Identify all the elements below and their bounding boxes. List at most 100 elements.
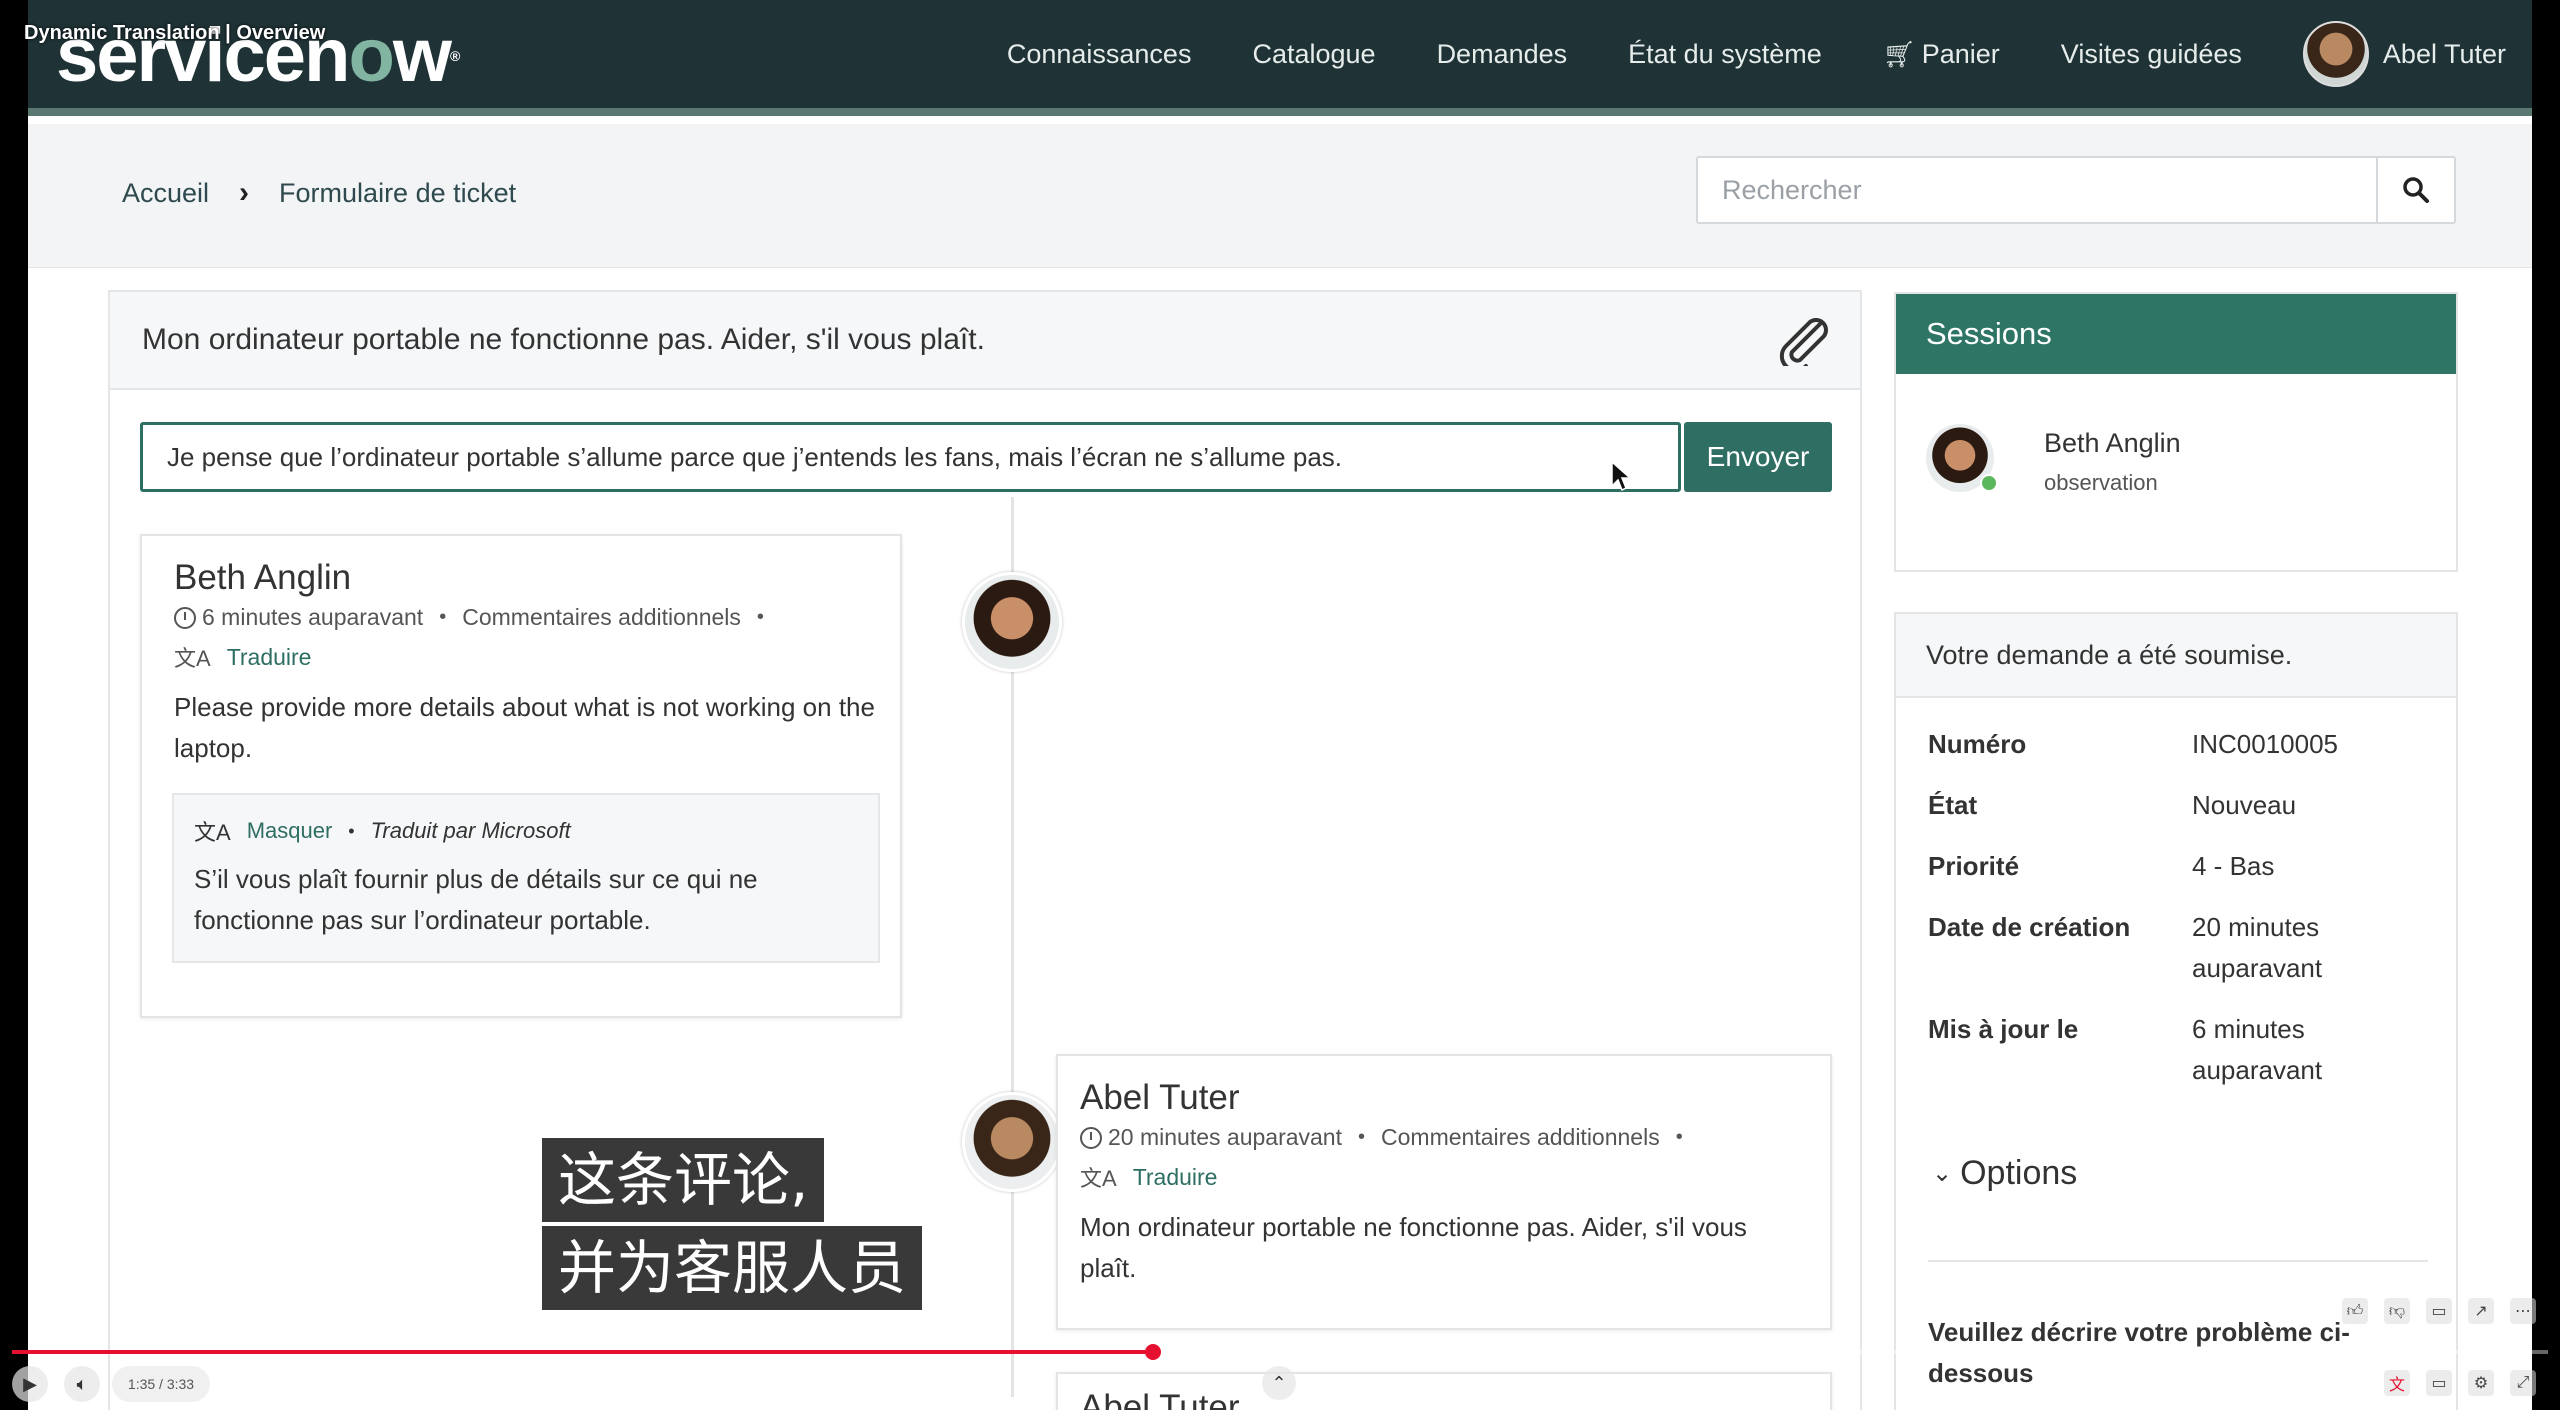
- chevron-up-icon[interactable]: ⌃: [1262, 1366, 1296, 1400]
- hide-translation-link[interactable]: Masquer: [247, 818, 333, 844]
- info-row: Numéro INC0010005: [1928, 724, 2432, 785]
- search-input[interactable]: [1698, 158, 2376, 222]
- comment-time: 6 minutes auparavant: [202, 604, 424, 630]
- nav-visites-guidees[interactable]: Visites guidées: [2061, 39, 2242, 70]
- video-side-tools: 👍︎ 👎︎ ▭ ↗ ⋯: [2342, 1298, 2536, 1324]
- options-toggle[interactable]: ⌄ Options: [1932, 1154, 2077, 1193]
- more-icon[interactable]: ⋯: [2510, 1298, 2536, 1324]
- subtitles-icon[interactable]: ▭: [2426, 1370, 2452, 1396]
- translate-label: Traduire: [1132, 1163, 1218, 1190]
- translate-link[interactable]: 文A Traduire: [174, 641, 878, 673]
- cart-icon: 🛒︎: [1882, 38, 1916, 69]
- clock-icon: [174, 606, 196, 629]
- play-icon[interactable]: ▶: [12, 1366, 48, 1402]
- comment-body: Mon ordinateur portable ne fonctionne pa…: [1080, 1212, 1747, 1283]
- separator-dot: •: [756, 606, 764, 628]
- info-value: 20 minutes auparavant: [2192, 912, 2323, 983]
- translate-icon: 文A: [194, 820, 231, 845]
- info-value: 6 minutes auparavant: [2192, 1014, 2323, 1085]
- session-user-role: observation: [2044, 470, 2158, 495]
- translate-label: Traduire: [226, 643, 312, 670]
- time-total: 3:33: [166, 1376, 195, 1392]
- separator-dot: •: [439, 606, 447, 628]
- comment-composer: Envoyer: [140, 422, 1832, 492]
- session-user-name: Beth Anglin: [2044, 428, 2181, 458]
- search-icon: [2403, 177, 2429, 203]
- volume-icon[interactable]: 🔈︎: [64, 1366, 100, 1402]
- chevron-down-icon: ⌄: [1932, 1160, 1953, 1187]
- progress-fill: [12, 1350, 1154, 1354]
- app-frame: servicenow® Connaissances Catalogue Dema…: [28, 0, 2532, 1410]
- subtitle-line-1: 这条评论,: [542, 1138, 825, 1222]
- nav-catalogue[interactable]: Catalogue: [1252, 39, 1375, 70]
- translation-box: 文A Masquer • Traduit par Microsoft S’il …: [172, 793, 880, 963]
- ticket-header: Mon ordinateur portable ne fonctionne pa…: [110, 292, 1860, 390]
- user-name: Abel Tuter: [2382, 38, 2506, 69]
- breadcrumb-home[interactable]: Accueil: [122, 178, 209, 209]
- translate-link[interactable]: 文A Traduire: [1080, 1161, 1808, 1193]
- paperclip-icon[interactable]: [1776, 316, 1832, 374]
- comment-meta: 20 minutes auparavant • Commentaires add…: [1080, 1124, 1808, 1151]
- nav-panier[interactable]: 🛒︎ Panier: [1883, 39, 2000, 70]
- separator-dot: •: [1358, 1126, 1366, 1148]
- breadcrumb: Accueil › Formulaire de ticket: [122, 176, 516, 210]
- options-label: Options: [1960, 1154, 2078, 1192]
- sessions-title: Sessions: [1896, 294, 2456, 374]
- comment-author: Abel Tuter: [1080, 1078, 1240, 1117]
- comment-meta: 6 minutes auparavant • Commentaires addi…: [174, 604, 878, 631]
- share-icon[interactable]: ↗: [2468, 1298, 2494, 1324]
- info-row: Priorité 4 - Bas: [1928, 846, 2432, 907]
- nav-demandes[interactable]: Demandes: [1437, 39, 1568, 70]
- search-box: [1696, 156, 2456, 224]
- time-current: 1:35: [127, 1376, 156, 1392]
- info-row: État Nouveau: [1928, 785, 2432, 846]
- comment-author: Abel Tuter: [1080, 1388, 1240, 1410]
- info-value: INC0010005: [2192, 729, 2338, 759]
- settings-icon[interactable]: ⚙: [2468, 1370, 2494, 1396]
- info-key: Priorité: [1928, 851, 2020, 881]
- translated-text: S’il vous plaît fournir plus de détails …: [194, 864, 758, 935]
- info-key: État: [1928, 790, 1978, 820]
- search-button[interactable]: [2376, 158, 2454, 222]
- nav-panier-label: Panier: [1921, 38, 2000, 69]
- comment-card-beth: Beth Anglin 6 minutes auparavant • Comme…: [140, 534, 902, 1018]
- user-menu[interactable]: Abel Tuter: [2302, 21, 2506, 87]
- comment-input[interactable]: [140, 422, 1681, 492]
- top-navbar: servicenow® Connaissances Catalogue Dema…: [28, 0, 2532, 116]
- clock-icon: [1080, 1126, 1102, 1149]
- comment-type: Commentaires additionnels: [1381, 1124, 1660, 1150]
- online-status-icon: [1980, 474, 1998, 492]
- nav-connaissances[interactable]: Connaissances: [1007, 39, 1192, 70]
- ticket-title: Mon ordinateur portable ne fonctionne pa…: [142, 323, 985, 356]
- avatar-beth: [962, 572, 1062, 672]
- comment-icon[interactable]: ▭: [2426, 1298, 2452, 1324]
- translate-icon: 文A: [174, 646, 211, 671]
- info-value: Nouveau: [2192, 790, 2297, 820]
- sessions-panel: Sessions Beth Anglin observation: [1894, 292, 2458, 572]
- translate-icon[interactable]: 文: [2384, 1370, 2410, 1396]
- main-nav: Connaissances Catalogue Demandes État du…: [946, 0, 2506, 108]
- breadcrumb-current[interactable]: Formulaire de ticket: [279, 178, 516, 209]
- thumbs-down-icon[interactable]: 👎︎: [2384, 1298, 2410, 1324]
- video-control-tools: 文 ▭ ⚙ ⤢: [2384, 1370, 2536, 1396]
- comment-body: Please provide more details about what i…: [174, 692, 875, 763]
- info-key: Date de création: [1928, 912, 2131, 942]
- info-table: Numéro INC0010005 État Nouveau Priorité 4 -…: [1928, 724, 2432, 1111]
- ticket-info-panel: Votre demande a été soumise. Numéro INC00…: [1894, 612, 2458, 1410]
- video-time: 1:35 / 3:33: [112, 1366, 210, 1402]
- subtitle-line-2: 并为客服人员: [542, 1226, 923, 1310]
- separator-dot: •: [1675, 1126, 1683, 1148]
- divider: [1928, 1260, 2428, 1262]
- translate-icon: 文A: [1080, 1166, 1117, 1191]
- video-title: Dynamic Translation | Overview: [24, 22, 326, 44]
- ticket-panel: Mon ordinateur portable ne fonctionne pa…: [108, 290, 1862, 1410]
- video-progress-bar[interactable]: [12, 1344, 2548, 1360]
- comment-card-abel-next: Abel Tuter: [1056, 1372, 1832, 1410]
- translation-header: 文A Masquer • Traduit par Microsoft: [194, 815, 858, 847]
- info-header: Votre demande a été soumise.: [1896, 614, 2456, 698]
- nav-etat-systeme[interactable]: État du système: [1628, 39, 1822, 70]
- thumbs-up-icon[interactable]: 👍︎: [2342, 1298, 2368, 1324]
- info-key: Mis à jour le: [1928, 1014, 2079, 1044]
- send-button[interactable]: Envoyer: [1684, 422, 1832, 492]
- fullscreen-icon[interactable]: ⤢: [2510, 1370, 2536, 1396]
